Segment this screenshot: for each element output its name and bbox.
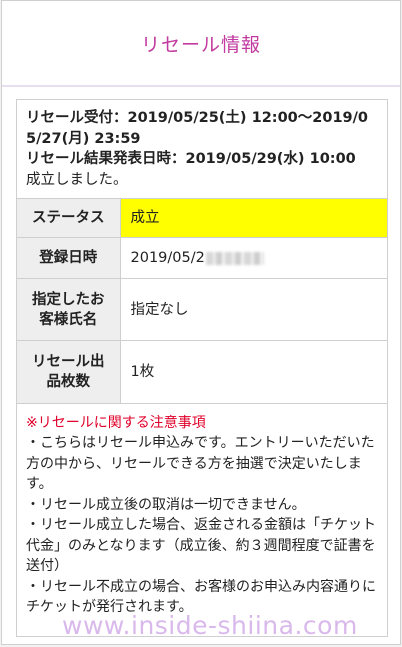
status-value: 成立 xyxy=(120,198,387,238)
table-row-customer: 指定したお客様氏名 指定なし xyxy=(17,278,387,341)
note-item: ・リセール成立した場合、返金される金額は「チケット代金」のみとなります（成立後、… xyxy=(26,517,376,574)
resale-notes: ※リセールに関する注意事項 ・こちらはリセール申込みです。エントリーいただいた方… xyxy=(17,402,387,618)
table-row-quantity: リセール出品枚数 1枚 xyxy=(17,340,387,403)
resale-info-panel: リセール情報 リセール受付：2019/05/25(土) 12:00〜2019/0… xyxy=(1,0,401,645)
redacted-blur xyxy=(205,251,264,265)
customer-name-label: 指定したお客様氏名 xyxy=(17,278,121,341)
resale-status-table: ステータス 成立 登録日時 2019/05/2 指定したお客様氏名 指定なし リ… xyxy=(17,198,387,403)
resale-details-box: リセール受付：2019/05/25(土) 12:00〜2019/05/27(月)… xyxy=(16,99,388,637)
notes-title: ※リセールに関する注意事項 xyxy=(26,414,206,431)
page-title: リセール情報 xyxy=(140,34,261,56)
table-row-status: ステータス 成立 xyxy=(17,198,387,238)
registered-value: 2019/05/2 xyxy=(130,250,205,266)
customer-name-value: 指定なし xyxy=(120,278,387,341)
note-item: ・リセール成立後の取消は一切できません。 xyxy=(26,496,306,513)
result-date: リセール結果発表日時：2019/05/29(水) 10:00 xyxy=(26,151,356,167)
quantity-label: リセール出品枚数 xyxy=(17,340,121,403)
accept-period: リセール受付：2019/05/25(土) 12:00〜2019/05/27(月)… xyxy=(26,110,369,147)
watermark: www.inside-shiina.com xyxy=(62,611,358,640)
note-item: ・こちらはリセール申込みです。エントリーいただいた方の中から、リセールできる方を… xyxy=(26,435,375,492)
status-label: ステータス xyxy=(17,198,121,238)
resale-summary: リセール受付：2019/05/25(土) 12:00〜2019/05/27(月)… xyxy=(17,100,387,198)
registered-cell: 2019/05/2 xyxy=(120,237,387,279)
table-row-registered: 登録日時 2019/05/2 xyxy=(17,237,387,279)
header: リセール情報 xyxy=(2,1,400,87)
result-message: 成立しました。 xyxy=(26,171,128,188)
quantity-value: 1枚 xyxy=(120,340,387,403)
registered-label: 登録日時 xyxy=(17,237,121,279)
